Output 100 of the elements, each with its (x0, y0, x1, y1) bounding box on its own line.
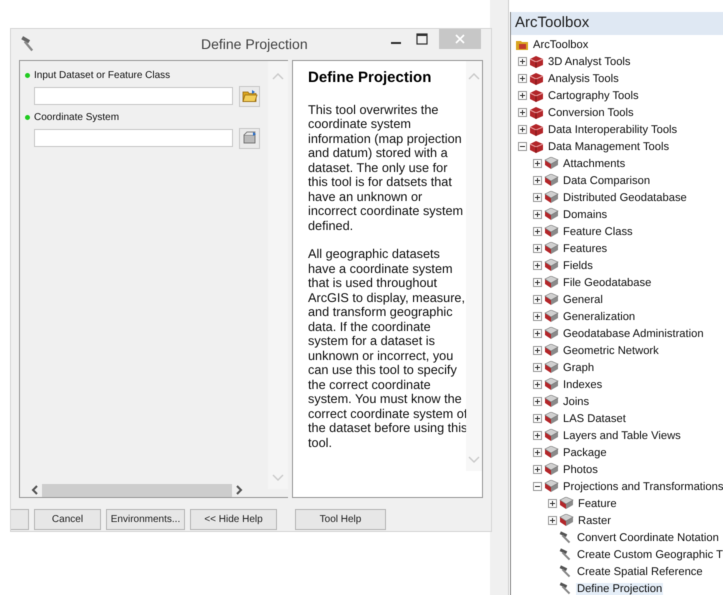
dialog-button[interactable]: Cancel (34, 509, 101, 530)
expand-icon[interactable] (533, 295, 544, 304)
toolset-icon (544, 293, 559, 306)
box-icon (242, 131, 258, 146)
scroll-left-icon[interactable] (30, 484, 40, 496)
expand-icon[interactable] (518, 91, 529, 100)
hammer-icon (559, 565, 573, 578)
tree-item[interactable]: Data Management Tools (547, 140, 670, 152)
expand-icon[interactable] (533, 431, 544, 440)
tree-item[interactable]: Geodatabase Administration (562, 328, 705, 340)
expand-icon[interactable] (533, 380, 544, 389)
hammer-icon (559, 548, 573, 561)
collapse-icon[interactable] (518, 142, 529, 151)
toolset-icon (544, 208, 559, 221)
help-paragraph: This tool overwrites the coordinate system information (map projection and datum) stored with a dataset. The only use for this tool is for datsets that have an unknown or incorrect coordinate system defined. (308, 102, 464, 234)
tree-item[interactable]: Attachments (562, 158, 626, 170)
tree-item[interactable]: Layers and Table Views (562, 430, 682, 442)
expand-icon[interactable] (533, 261, 544, 270)
expand-icon[interactable] (533, 346, 544, 355)
tree-item[interactable]: Geometric Network (562, 344, 660, 356)
input-field[interactable] (34, 87, 233, 106)
tree-item[interactable]: Distributed Geodatabase (562, 192, 688, 204)
expand-icon[interactable] (533, 329, 544, 338)
toolset-icon (544, 225, 559, 238)
tree-item[interactable]: Define Projection (576, 582, 664, 594)
tree-item[interactable]: Feature (577, 498, 618, 510)
tree-item[interactable]: 3D Analyst Tools (547, 56, 632, 68)
toolset-icon (544, 412, 559, 425)
expand-icon[interactable] (533, 278, 544, 287)
expand-icon[interactable] (533, 465, 544, 474)
tree-item[interactable]: Create Custom Geographic T (576, 548, 723, 560)
expand-icon[interactable] (533, 448, 544, 457)
toolbox-icon (529, 140, 544, 153)
tree-item[interactable]: Analysis Tools (547, 72, 620, 84)
browse-button[interactable] (239, 86, 260, 107)
expand-icon[interactable] (533, 397, 544, 406)
expand-icon[interactable] (548, 499, 559, 508)
toolset-icon (544, 344, 559, 357)
tree-item[interactable]: General (562, 294, 604, 306)
expand-icon[interactable] (533, 210, 544, 219)
toolset-icon (544, 378, 559, 391)
expand-icon[interactable] (518, 108, 529, 117)
toolset-icon (544, 259, 559, 272)
expand-icon[interactable] (518, 125, 529, 134)
tree-item[interactable]: Feature Class (562, 226, 634, 238)
tree-item[interactable]: Conversion Tools (547, 106, 635, 118)
tree-item[interactable]: Package (562, 446, 608, 458)
tree-item[interactable]: Indexes (562, 378, 604, 390)
toolset-icon (544, 174, 559, 187)
dialog-button[interactable]: Tool Help (295, 509, 386, 530)
scroll-right-icon[interactable] (234, 484, 244, 496)
expand-icon[interactable] (533, 159, 544, 168)
toolset-icon (544, 480, 559, 493)
input-field[interactable] (34, 129, 233, 148)
tree-item[interactable]: File Geodatabase (562, 276, 652, 288)
expand-icon[interactable] (548, 516, 559, 525)
tree-item[interactable]: Joins (562, 396, 590, 408)
tree-item[interactable]: Cartography Tools (547, 90, 640, 102)
dialog-button[interactable]: Environments... (106, 509, 185, 530)
browse-button[interactable] (239, 128, 260, 149)
hammer-icon (559, 531, 573, 544)
expand-icon[interactable] (518, 74, 529, 83)
expand-icon[interactable] (533, 244, 544, 253)
tree-item[interactable]: Domains (562, 208, 608, 220)
expand-icon[interactable] (533, 363, 544, 372)
toolbox-icon (529, 123, 544, 136)
toolset-icon (544, 310, 559, 323)
tree-item[interactable]: Data Comparison (562, 174, 652, 186)
expand-icon[interactable] (533, 193, 544, 202)
expand-icon[interactable] (533, 227, 544, 236)
tree-item[interactable]: Projections and Transformations (562, 480, 723, 492)
toolset-icon (544, 395, 559, 408)
help-title: Define Projection (308, 68, 432, 86)
tree-item[interactable]: Convert Coordinate Notation (576, 532, 720, 544)
toolset-icon (559, 497, 574, 510)
tree-item[interactable]: LAS Dataset (562, 412, 627, 424)
field-label: Coordinate System (34, 112, 120, 124)
tree-item[interactable]: Create Spatial Reference (576, 566, 704, 578)
tree-item[interactable]: Graph (562, 362, 596, 374)
scrollbar[interactable] (490, 0, 509, 595)
expand-icon[interactable] (533, 176, 544, 185)
expand-icon[interactable] (518, 57, 529, 66)
tree-item[interactable]: Fields (562, 260, 594, 272)
toolset-icon (544, 276, 559, 289)
tree-item[interactable]: Photos (562, 464, 599, 476)
toolbox-icon (529, 72, 544, 85)
tree-item[interactable]: Generalization (562, 310, 636, 322)
expand-icon[interactable] (533, 312, 544, 321)
toolset-icon (544, 191, 559, 204)
tree-item[interactable]: ArcToolbox (532, 38, 590, 50)
toolset-icon (544, 463, 559, 476)
dialog-button[interactable]: << Hide Help (190, 509, 277, 530)
tree-item[interactable]: Features (562, 242, 608, 254)
folder-icon (242, 89, 258, 104)
tree-item[interactable]: Data Interoperability Tools (547, 124, 678, 136)
expand-icon[interactable] (533, 414, 544, 423)
tree-item[interactable]: Raster (577, 514, 612, 526)
collapse-icon[interactable] (533, 482, 544, 491)
scroll-thumb[interactable] (42, 484, 232, 497)
toolset-icon (544, 361, 559, 374)
